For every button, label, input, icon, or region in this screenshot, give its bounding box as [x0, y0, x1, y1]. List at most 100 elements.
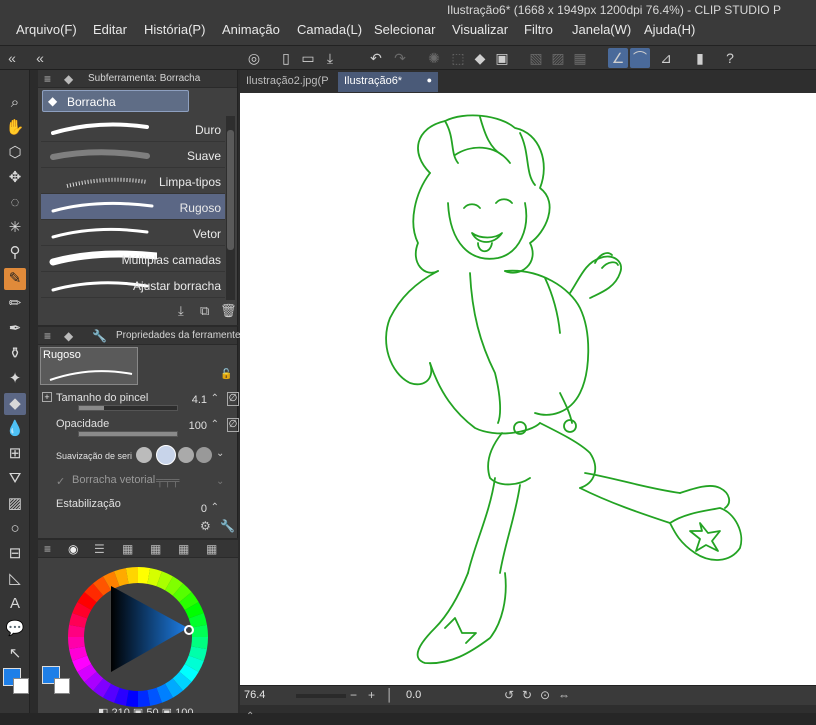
brush-item-limpa-tipos[interactable]: Limpa-tipos [41, 168, 225, 194]
balloon-tool-icon[interactable]: 💬 [4, 618, 26, 640]
reset-rotation-icon[interactable]: ⊙ [540, 688, 550, 702]
pen-tool-icon[interactable]: ✎ [4, 268, 26, 290]
brush-item-ajustar-borracha[interactable]: Ajustar borracha [41, 272, 225, 298]
zoom-in-icon[interactable]: + [368, 688, 375, 702]
stepper-icon[interactable]: ⌃ [211, 419, 219, 430]
opacity-slider[interactable] [78, 431, 178, 437]
clear-icon[interactable]: ⬚ [448, 48, 468, 68]
menu-camada[interactable]: Camada(L) [297, 22, 362, 37]
fill-tool-icon[interactable]: ⛛ [4, 468, 26, 490]
deselect-icon[interactable]: ▧ [526, 48, 546, 68]
menu-icon[interactable]: ≡ [44, 329, 51, 343]
snap-ruler-icon[interactable]: ∠ [608, 48, 628, 68]
correct-line-tool-icon[interactable]: ↖ [4, 643, 26, 665]
border-icon[interactable]: ▦ [570, 48, 590, 68]
zoom-value[interactable]: 76.4 [244, 689, 265, 701]
brush-size-slider[interactable] [78, 405, 178, 411]
menu-icon[interactable]: ≡ [44, 72, 51, 86]
brush-item-vetor[interactable]: Vetor [41, 220, 225, 246]
ruler-tool-icon[interactable]: ◺ [4, 568, 26, 590]
figure-tool-icon[interactable]: ⊞ [4, 443, 26, 465]
snap-special-icon[interactable]: ⌒ [630, 48, 650, 68]
clip-studio-icon[interactable]: ◎ [244, 48, 264, 68]
wrench-icon[interactable]: 🔧 [220, 519, 235, 533]
lasso-tool-icon[interactable]: ◌ [4, 192, 26, 214]
subtool-group-button[interactable]: ◆ Borracha [42, 90, 189, 112]
hand-tool-icon[interactable]: ✋ [4, 117, 26, 139]
chevron-down-icon[interactable]: ⌄ [216, 476, 224, 487]
menu-visualizar[interactable]: Visualizar [452, 22, 508, 37]
zoom-tool-icon[interactable]: ⌕ [4, 92, 26, 114]
angle-slider-icon[interactable]: │ [386, 688, 394, 702]
fill-icon[interactable]: ◆ [470, 48, 490, 68]
undo-icon[interactable]: ↶ [366, 48, 386, 68]
eraser-tool-icon[interactable]: ◆ [4, 393, 26, 415]
scroll-thumb[interactable] [227, 130, 234, 250]
approximate-tab-icon[interactable]: ▦ [178, 542, 189, 556]
collapse-panel-icon[interactable]: « [30, 48, 50, 68]
select-icon[interactable]: ▣ [492, 48, 512, 68]
brush-item-duro[interactable]: Duro [41, 116, 225, 142]
pressure-toggle-icon[interactable]: ∅ [227, 418, 239, 432]
color-wheel-tab-icon[interactable]: ◉ [68, 542, 78, 556]
brush-item-suave[interactable]: Suave [41, 142, 225, 168]
gradient-tool-icon[interactable]: ▨ [4, 493, 26, 515]
decoration-tool-icon[interactable]: ✦ [4, 368, 26, 390]
duplicate-subtool-icon[interactable]: ⧉ [200, 303, 209, 319]
menu-arquivo[interactable]: Arquivo(F) [16, 22, 77, 37]
move-tool-icon[interactable]: ✥ [4, 167, 26, 189]
magic-wand-icon[interactable]: ✳ [4, 217, 26, 239]
copy-subtool-icon[interactable]: ⤓ [178, 303, 184, 319]
color-set-tab-icon[interactable]: ▦ [122, 542, 133, 556]
menu-filtro[interactable]: Filtro [524, 22, 553, 37]
ellipse-tool-icon[interactable]: ○ [4, 518, 26, 540]
save-icon[interactable]: ⤓ [320, 48, 340, 68]
brush-size-value[interactable]: 4.1 [192, 394, 207, 406]
operation-tool-icon[interactable]: ⬡ [4, 142, 26, 164]
blend-tool-icon[interactable]: 💧 [4, 418, 26, 440]
tab-ilustracao6[interactable]: Ilustração6* ● [338, 72, 438, 92]
eyedropper-icon[interactable]: ⚲ [4, 242, 26, 264]
color-wheel[interactable] [63, 562, 213, 712]
smoothing-option-1[interactable] [136, 447, 152, 463]
help-icon[interactable]: ? [720, 48, 740, 68]
brush-tool-icon[interactable]: ✒ [4, 318, 26, 340]
settings-icon[interactable]: ⚙ [200, 519, 211, 533]
lock-icon[interactable]: 🔓 [220, 369, 232, 380]
subtool-scrollbar[interactable] [226, 116, 235, 300]
rotate-left-icon[interactable]: ↺ [504, 688, 514, 702]
menu-ajuda[interactable]: Ajuda(H) [644, 22, 695, 37]
frame-tool-icon[interactable]: ⊟ [4, 543, 26, 565]
smoothing-option-3[interactable] [178, 447, 194, 463]
airbrush-tool-icon[interactable]: ⚱ [4, 343, 26, 365]
sub-color-swatch[interactable] [54, 678, 70, 694]
device-icon[interactable]: ▮ [690, 48, 710, 68]
menu-icon[interactable]: ≡ [44, 542, 51, 556]
menu-janela[interactable]: Janela(W) [572, 22, 631, 37]
open-file-icon[interactable]: ▭ [298, 48, 318, 68]
rotate-right-icon[interactable]: ↻ [522, 688, 532, 702]
tab-ilustracao2[interactable]: Ilustração2.jpg(P [240, 72, 335, 92]
stabilization-value[interactable]: 0 [201, 503, 207, 515]
stepper-icon[interactable]: ⌃ [211, 502, 219, 513]
color-slider-tab-icon[interactable]: ☰ [94, 542, 105, 556]
intermediate-tab-icon[interactable]: ▦ [150, 542, 161, 556]
canvas[interactable] [240, 93, 816, 685]
brush-item-rugoso[interactable]: Rugoso [41, 194, 225, 220]
rotation-value[interactable]: 0.0 [406, 689, 421, 701]
loading-icon[interactable]: ✺ [424, 48, 444, 68]
new-file-icon[interactable]: ▯ [276, 48, 296, 68]
chevron-down-icon[interactable]: ⌄ [216, 448, 224, 459]
history-tab-icon[interactable]: ▦ [206, 542, 217, 556]
collapse-left-icon[interactable]: « [2, 48, 22, 68]
invert-icon[interactable]: ▨ [548, 48, 568, 68]
smoothing-option-4[interactable] [196, 447, 212, 463]
redo-icon[interactable]: ↷ [390, 48, 410, 68]
flip-icon[interactable]: ⇔ [558, 688, 570, 702]
menu-editar[interactable]: Editar [93, 22, 127, 37]
expand-icon[interactable]: + [42, 392, 52, 402]
close-tab-icon[interactable]: ● [427, 75, 432, 85]
pencil-tool-icon[interactable]: ✏ [4, 293, 26, 315]
checkbox-icon[interactable]: ✓ [56, 475, 65, 488]
stepper-icon[interactable]: ⌃ [211, 393, 219, 404]
